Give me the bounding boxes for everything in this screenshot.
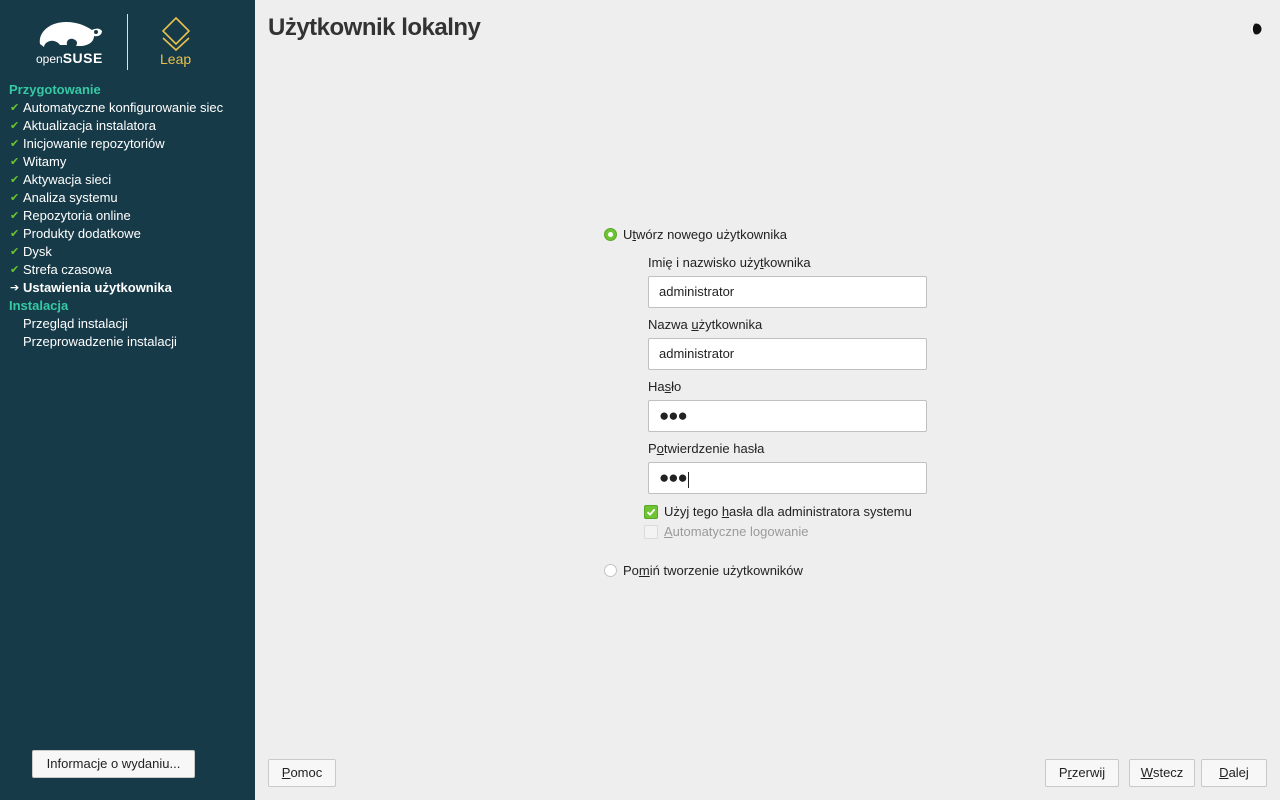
release-notes-button[interactable]: Informacje o wydaniu... xyxy=(32,750,195,778)
logo-area: openSUSE Leap xyxy=(0,0,255,80)
auto-login-checkbox[interactable] xyxy=(644,525,658,539)
step-item-current: ➔ Ustawienia użytkownika xyxy=(10,280,172,295)
step-item: ✔ Analiza systemu xyxy=(10,190,118,205)
auto-login-label[interactable]: Automatyczne logowanie xyxy=(664,524,809,539)
create-user-radio[interactable] xyxy=(604,228,617,241)
full-name-label: Imię i nazwisko użytkownika xyxy=(648,255,811,270)
checkmark-icon: ✔ xyxy=(10,264,20,276)
abort-button[interactable]: Przerwij xyxy=(1045,759,1119,787)
step-item: ✔ Dysk xyxy=(10,244,52,259)
next-button[interactable]: Dalej xyxy=(1201,759,1267,787)
username-input[interactable]: administrator xyxy=(648,338,927,370)
checkmark-icon xyxy=(646,508,656,516)
step-item: ✔ Inicjowanie repozytoriów xyxy=(10,136,165,151)
username-label: Nazwa użytkownika xyxy=(648,317,763,332)
checkmark-icon: ✔ xyxy=(10,210,20,222)
use-password-for-admin-label[interactable]: Użyj tego hasła dla administratora syste… xyxy=(664,504,912,519)
step-item: ✔ Witamy xyxy=(10,154,67,169)
page-title: Użytkownik lokalny xyxy=(268,14,481,41)
help-button[interactable]: Pomoc xyxy=(268,759,336,787)
full-name-input[interactable]: administrator xyxy=(648,276,927,308)
text-caret xyxy=(687,471,689,488)
step-item: ✔ Aktualizacja instalatora xyxy=(10,118,156,133)
use-password-for-admin-checkbox[interactable] xyxy=(644,505,658,519)
checkmark-icon: ✔ xyxy=(10,228,20,240)
step-item: ✔ Automatyczne konfigurowanie siec xyxy=(10,100,224,115)
checkmark-icon: ✔ xyxy=(10,156,20,168)
checkmark-icon: ✔ xyxy=(10,120,20,132)
checkmark-icon: ✔ xyxy=(10,192,20,204)
create-user-label[interactable]: Utwórz nowego użytkownika xyxy=(623,227,787,242)
password-label: Hasło xyxy=(648,379,682,394)
opensuse-wordmark: openSUSE xyxy=(36,50,103,66)
step-group-title: Przygotowanie xyxy=(9,82,101,97)
arrow-right-icon: ➔ xyxy=(10,282,20,294)
checkmark-icon: ✔ xyxy=(10,138,20,150)
half-moon-icon[interactable] xyxy=(1249,22,1263,36)
confirm-password-input[interactable]: ●●● xyxy=(648,462,927,494)
sidebar: openSUSE Leap Przygotowanie ✔ Automatyczn… xyxy=(0,0,255,800)
step-item: ✔ Produkty dodatkowe xyxy=(10,226,141,241)
leap-diamond-logo xyxy=(161,16,191,52)
checkmark-icon: ✔ xyxy=(10,174,20,186)
back-button[interactable]: Wstecz xyxy=(1129,759,1195,787)
skip-user-creation-radio[interactable] xyxy=(604,564,617,577)
password-input[interactable]: ●●● xyxy=(648,400,927,432)
step-group-title: Instalacja xyxy=(9,298,69,313)
installation-steps: Przygotowanie ✔ Automatyczne konfigurowan… xyxy=(9,81,249,351)
opensuse-chameleon-logo xyxy=(39,22,102,48)
step-item: ✔ Strefa czasowa xyxy=(10,262,112,277)
checkmark-icon: ✔ xyxy=(10,246,20,258)
step-item: Przegląd instalacji xyxy=(23,316,128,331)
skip-user-creation-label[interactable]: Pomiń tworzenie użytkowników xyxy=(623,563,803,578)
leap-wordmark: Leap xyxy=(160,51,192,67)
checkmark-icon: ✔ xyxy=(10,102,20,114)
step-item: ✔ Aktywacja sieci xyxy=(10,172,112,187)
logo-divider xyxy=(127,14,128,70)
step-item: ✔ Repozytoria online xyxy=(10,208,131,223)
confirm-password-label: Potwierdzenie hasła xyxy=(648,441,765,456)
step-item: Przeprowadzenie instalacji xyxy=(23,334,177,349)
